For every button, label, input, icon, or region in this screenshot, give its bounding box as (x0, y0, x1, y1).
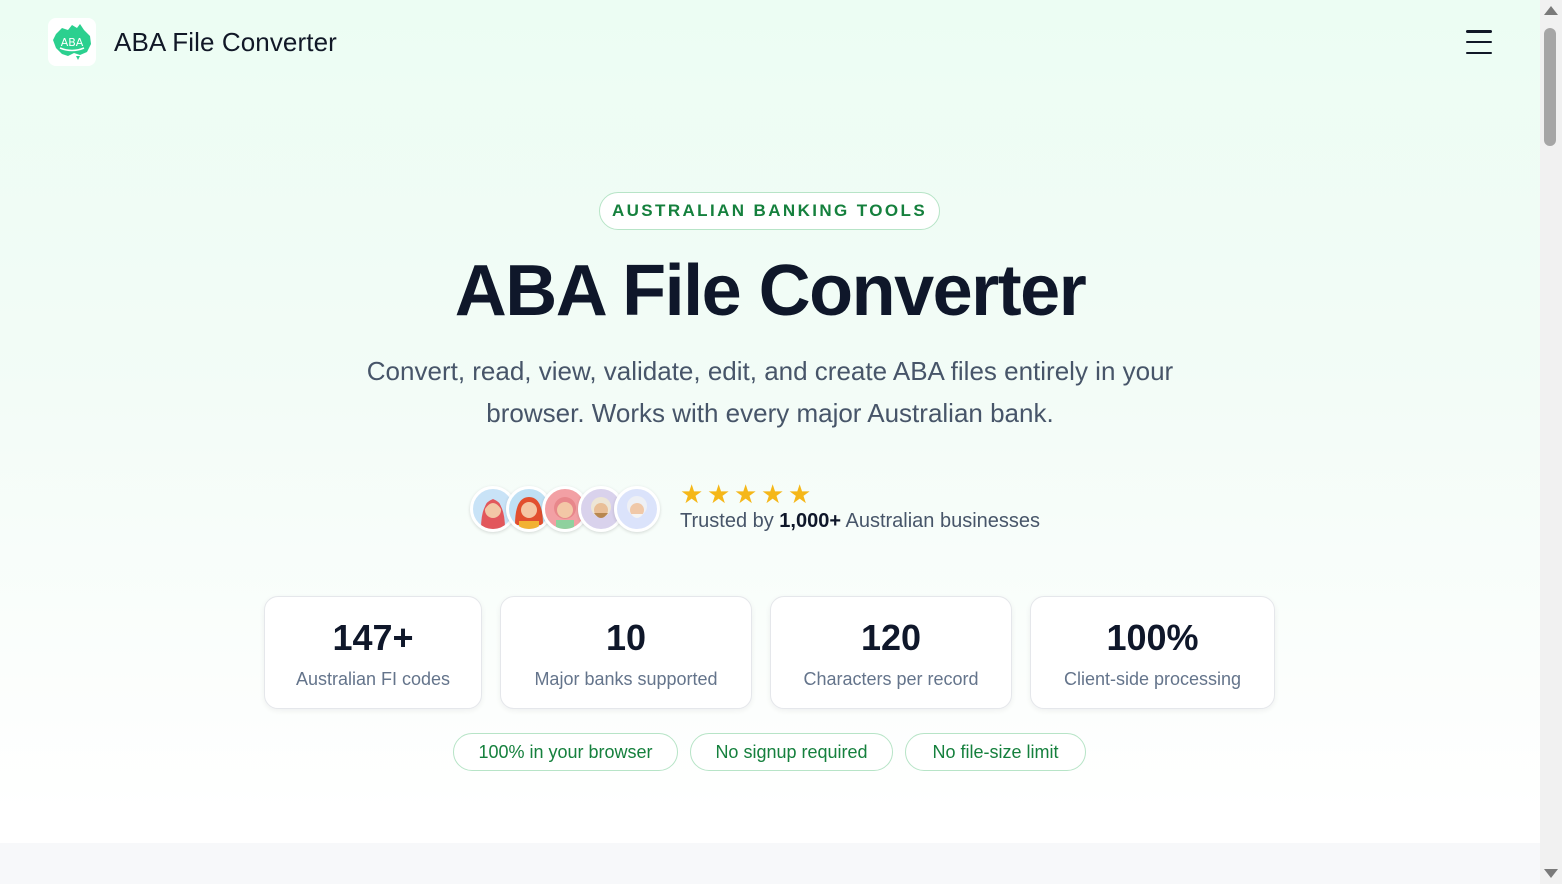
trust-row: ★ ★ ★ ★ ★ Trusted by 1,000+ Australian b… (470, 479, 1090, 536)
hero-title: ABA File Converter (454, 251, 1087, 331)
stat-label: Client-side processing (1063, 669, 1242, 689)
stat-label: Major banks supported (534, 669, 718, 689)
star-icon: ★ (707, 479, 731, 509)
australia-logo-icon: ABA (53, 24, 91, 60)
stat-card-fi-codes: 147+ Australian FI codes (264, 596, 482, 709)
vertical-scrollbar[interactable] (1540, 0, 1562, 884)
trust-text-suffix: Australian businesses (841, 510, 1041, 532)
scroll-thumb[interactable] (1544, 28, 1556, 146)
star-icon: ★ (680, 479, 704, 509)
feature-pill-no-limit: No file-size limit (905, 733, 1086, 771)
feature-pill-browser: 100% in your browser (453, 733, 678, 771)
star-icon: ★ (761, 479, 785, 509)
trust-count: 1,000+ (779, 510, 842, 532)
logo[interactable]: ABA (48, 18, 96, 66)
rating-stars: ★ ★ ★ ★ ★ (680, 479, 812, 509)
avatar (614, 486, 660, 532)
site-header: ABA ABA File Converter (48, 18, 1492, 66)
stat-value: 100% (1106, 617, 1199, 658)
stat-label: Australian FI codes (295, 669, 451, 689)
trust-text: Trusted by 1,000+ Australian businesses (680, 510, 1040, 533)
eyebrow-badge: AUSTRALIAN BANKING TOOLS (599, 192, 940, 230)
stat-card-characters: 120 Characters per record (770, 596, 1012, 709)
page: ABA ABA File Converter AUSTRALIAN BANKIN… (0, 0, 1540, 884)
hamburger-menu-icon[interactable] (1466, 30, 1492, 54)
hero-subtitle: Convert, read, view, validate, edit, and… (320, 350, 1220, 434)
star-icon: ★ (788, 479, 812, 509)
next-section (0, 843, 1540, 884)
stat-label: Characters per record (803, 669, 979, 689)
stat-card-client-side: 100% Client-side processing (1030, 596, 1275, 709)
stat-value: 10 (605, 617, 647, 658)
hero-subtitle-line-2: browser. Works with every major Australi… (486, 398, 1054, 428)
stat-card-banks: 10 Major banks supported (500, 596, 752, 709)
scroll-up-arrow-icon[interactable] (1544, 6, 1558, 15)
svg-text:ABA: ABA (61, 36, 84, 49)
hero-subtitle-line-1: Convert, read, view, validate, edit, and… (366, 356, 1174, 386)
stat-value: 147+ (332, 617, 414, 658)
brand-name[interactable]: ABA File Converter (114, 27, 337, 58)
feature-pill-no-signup: No signup required (690, 733, 893, 771)
stat-value: 120 (860, 617, 922, 658)
scroll-down-arrow-icon[interactable] (1544, 869, 1558, 878)
trust-text-prefix: Trusted by (680, 510, 780, 532)
star-icon: ★ (734, 479, 758, 509)
